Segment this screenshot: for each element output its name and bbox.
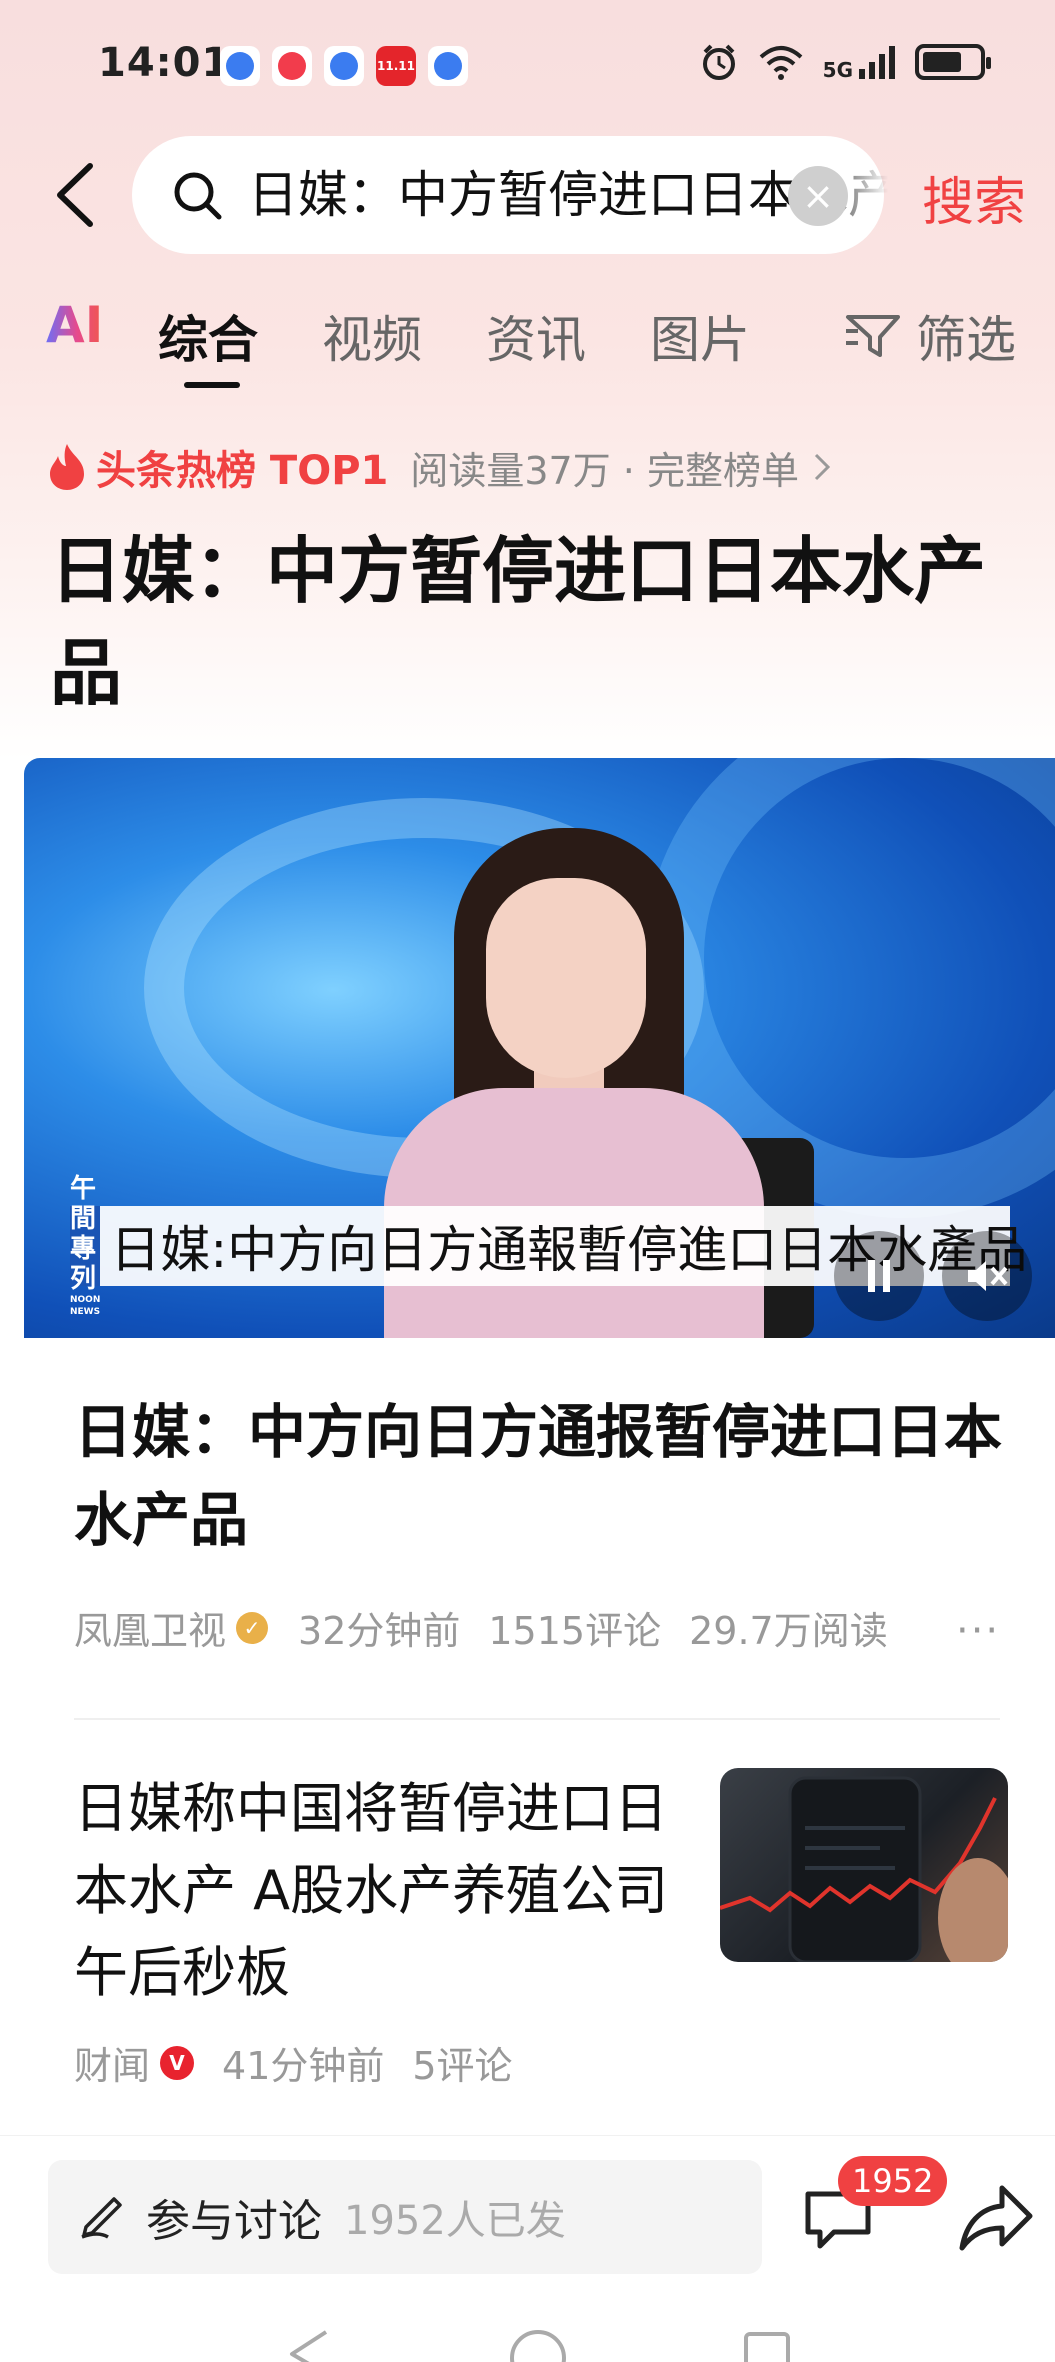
blue-app-icon — [220, 46, 260, 86]
article-meta: 凤凰卫视 ✓ 32分钟前 1515评论 29.7万阅读 — [74, 1600, 888, 1655]
comment-count-badge: 1952 — [838, 2156, 948, 2206]
mute-button[interactable] — [942, 1231, 1032, 1321]
share-icon[interactable] — [956, 2180, 1036, 2256]
tab-video[interactable]: 视频 — [322, 300, 422, 372]
search-input[interactable]: 日媒：中方暂停进口日本水产品 — [132, 136, 888, 254]
filter-label: 筛选 — [916, 311, 1016, 369]
video-player[interactable]: 午間 專列 NOON NEWS 日媒:中方向日方通報暫停進口日本水產品 — [24, 758, 1055, 1338]
system-navigation-bar — [0, 2310, 1055, 2362]
divider — [74, 1718, 1000, 1720]
discuss-count: 1952人已发 — [344, 2198, 566, 2244]
tab-news[interactable]: 资讯 — [486, 300, 586, 372]
filter-button[interactable]: 筛选 — [844, 300, 1016, 372]
filter-icon — [846, 315, 900, 357]
blue-app-icon — [324, 46, 364, 86]
cellular-signal-icon: 5G — [823, 45, 897, 80]
tab-ai[interactable]: AI — [46, 296, 103, 354]
discussion-input[interactable]: 参与讨论 1952人已发 — [48, 2160, 762, 2274]
article-title[interactable]: 日媒：中方向日方通报暂停进口日本水产品 — [74, 1388, 1014, 1564]
noon-news-logo: 午間 專列 NOON NEWS — [70, 1174, 101, 1317]
system-icons: 5G — [699, 42, 991, 82]
jd-shopping-icon: 11.11 — [376, 46, 416, 86]
pause-icon — [868, 1260, 890, 1292]
muted-speaker-icon — [968, 1261, 1008, 1291]
wifi-icon — [759, 46, 802, 80]
hot-rank-label: 头条热榜 TOP1 — [96, 448, 389, 494]
clear-search-button[interactable]: × — [788, 166, 848, 226]
article-reads: 29.7万阅读 — [689, 1609, 888, 1653]
result-tabs: AI 综合 视频 资讯 图片 筛选 — [0, 290, 1055, 400]
article-meta: 财闻 V 41分钟前 5评论 — [74, 2035, 513, 2090]
blue-app-icon — [428, 46, 468, 86]
bottom-action-bar: 参与讨论 1952人已发 1952 — [0, 2135, 1055, 2310]
article-source[interactable]: 凤凰卫视 — [74, 1600, 226, 1655]
tab-comprehensive[interactable]: 综合 — [158, 300, 258, 372]
back-button[interactable] — [46, 160, 106, 230]
page-title[interactable]: 日媒：中方暂停进口日本水产品 — [50, 520, 1010, 724]
nav-back-icon[interactable] — [286, 2328, 332, 2362]
article-time: 41分钟前 — [222, 2044, 385, 2088]
active-tab-indicator — [184, 382, 240, 388]
close-icon: × — [802, 174, 834, 218]
hot-rank-meta: 阅读量37万 · 完整榜单 — [410, 448, 799, 493]
search-button[interactable]: 搜索 — [922, 160, 1026, 235]
discuss-label: 参与讨论 — [146, 2196, 322, 2247]
status-time: 14:01 — [98, 40, 231, 86]
article-title[interactable]: 日媒称中国将暂停进口日本水产 A股水产养殖公司午后秒板 — [74, 1768, 694, 2014]
nav-home-icon[interactable] — [510, 2330, 566, 2362]
article-comments: 5评论 — [412, 2044, 513, 2088]
verified-v-badge-icon: V — [160, 2045, 195, 2080]
tab-images[interactable]: 图片 — [650, 300, 750, 372]
article-comments: 1515评论 — [488, 1609, 662, 1653]
more-options-button[interactable]: ··· — [956, 1608, 1000, 1654]
article-time: 32分钟前 — [298, 1609, 461, 1653]
verified-badge-icon: ✓ — [236, 1611, 269, 1644]
pause-button[interactable] — [834, 1231, 924, 1321]
hot-rank-link[interactable]: 头条热榜 TOP1 阅读量37万 · 完整榜单 — [46, 438, 831, 496]
status-bar: 14:01 11.11 5G — [0, 0, 1055, 130]
notification-icons: 11.11 — [220, 46, 468, 86]
battery-icon — [915, 44, 991, 80]
search-icon — [174, 172, 222, 220]
flame-icon — [50, 444, 84, 490]
stock-chart-phone-image — [720, 1776, 1008, 1962]
article-source[interactable]: 财闻 — [74, 2035, 150, 2090]
alarm-icon — [702, 44, 735, 80]
nav-recent-apps-icon[interactable] — [744, 2332, 790, 2362]
chevron-right-icon — [814, 453, 831, 481]
pen-icon — [81, 2197, 122, 2239]
red-video-icon — [272, 46, 312, 86]
article-thumbnail[interactable] — [720, 1768, 1008, 1962]
